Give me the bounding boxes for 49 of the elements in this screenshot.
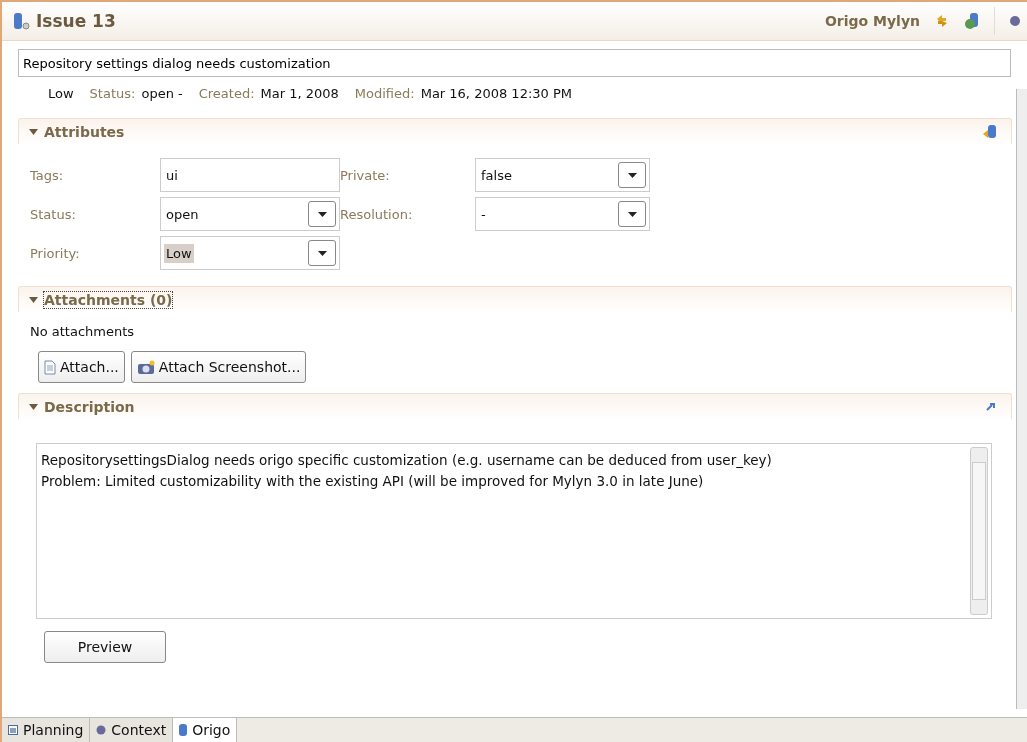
field-label: Priority: [30,245,81,261]
meta-value: Mar 16, 2008 12:30 PM [420,86,572,103]
dropdown-arrow-icon [627,172,637,178]
description-field[interactable] [36,443,992,619]
description-line: Problem: Limited customizability with the existing API (will be improved for Mylyn 3.0 in late June) [41,472,705,491]
summary-field[interactable]: Repository settings dialog needs customization [18,49,1011,77]
link-icon[interactable] [985,400,997,413]
empty-text: No attachments [29,323,136,339]
calendar-icon [8,725,18,735]
dropdown-arrow-icon [317,250,327,256]
meta-value: open - [141,86,183,103]
dropdown-arrow-icon [627,211,637,217]
section-header[interactable]: Attachments (0) [18,286,1012,312]
section-header[interactable]: Description [18,393,1012,419]
section-header[interactable]: Attributes [18,118,1012,144]
dropdown-field[interactable]: Low [160,236,340,270]
attach-button[interactable]: Attach... [38,351,125,383]
dropdown-field[interactable]: - [475,197,650,231]
database-icon [179,724,188,736]
field-label: Tags: [30,167,65,183]
field-label: Status: [30,206,77,222]
dropdown-field[interactable]: open [160,197,340,231]
meta-label: Created: [198,86,255,103]
meta-label: Status: [89,86,136,103]
field-label: Private: [340,167,391,183]
document-icon [44,359,56,375]
dropdown-field[interactable]: false [475,158,650,192]
preview-button[interactable]: Preview [44,631,166,663]
meta-value: Mar 1, 2008 [260,86,339,103]
scrollbar[interactable] [970,447,988,615]
description-line: RepositorysettingsDialog needs origo specific customization (e.g. username can be deduced from user_key) [41,451,773,470]
meta-label: Modified: [354,86,415,103]
database-icon [12,11,30,31]
field-label: Resolution: [340,206,414,222]
dot-icon[interactable] [1009,15,1021,27]
tab[interactable]: Origo [173,718,238,742]
editor-title: Issue 13 [36,11,116,31]
text-field[interactable]: ui [160,158,340,192]
database-icon[interactable] [983,123,997,140]
dot-icon [96,725,107,735]
camera-icon [136,359,155,375]
meta-value: Low [48,86,74,103]
attach-button[interactable]: Attach Screenshot... [130,351,307,383]
scrollbar[interactable] [1016,89,1027,709]
database-icon[interactable] [964,12,980,30]
connector-label: Origo Mylyn [824,13,920,29]
tab[interactable]: Planning [2,718,91,742]
tab[interactable]: Context [90,718,174,742]
dropdown-arrow-icon [317,211,327,217]
